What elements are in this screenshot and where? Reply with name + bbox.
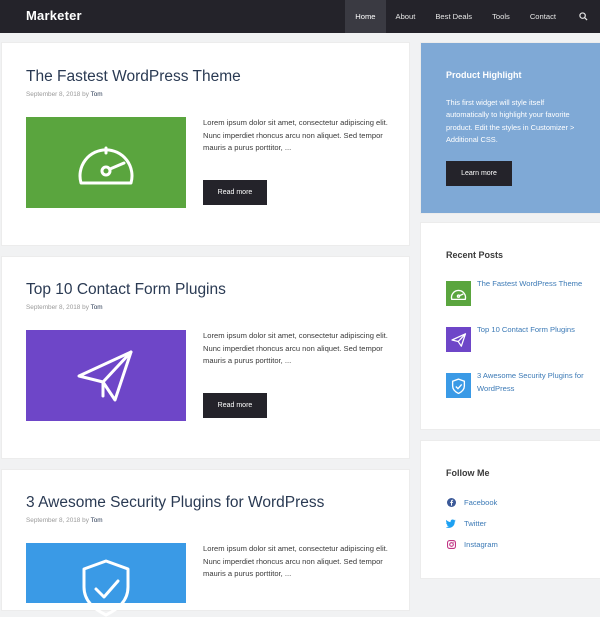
post-author[interactable]: Tom	[91, 304, 103, 311]
search-icon[interactable]	[566, 0, 600, 33]
recent-post-thumbnail[interactable]	[446, 373, 471, 398]
post-meta: September 8, 2018 by Tom	[26, 304, 103, 311]
post-author[interactable]: Tom	[91, 91, 103, 98]
recent-post-thumbnail[interactable]	[446, 327, 471, 352]
paper-plane-icon	[77, 350, 133, 401]
recent-post-item[interactable]: Top 10 Contact Form Plugins	[446, 324, 587, 357]
recent-post-thumbnail[interactable]	[446, 281, 471, 306]
social-label[interactable]: Facebook	[464, 498, 497, 507]
social-link-instagram[interactable]: Instagram	[446, 537, 498, 551]
post-meta: September 8, 2018 by Tom	[26, 517, 103, 524]
recent-post-link[interactable]: The Fastest WordPress Theme	[477, 278, 587, 291]
widget-text: This first widget will style itself auto…	[446, 98, 575, 145]
widget-title: Follow Me	[446, 468, 490, 478]
post-by: by	[82, 304, 89, 311]
post-title[interactable]: 3 Awesome Security Plugins for WordPress	[26, 494, 324, 512]
post-excerpt: Lorem ipsum dolor sit amet, consectetur …	[203, 118, 388, 152]
social-link-twitter[interactable]: Twitter	[446, 516, 486, 530]
post-card: The Fastest WordPress Theme September 8,…	[2, 43, 409, 245]
follow-me-widget: Follow Me Facebook Twitter Instagram	[421, 441, 600, 578]
post-date[interactable]: September 8, 2018	[26, 517, 80, 524]
social-link-facebook[interactable]: Facebook	[446, 495, 497, 509]
post-thumbnail[interactable]	[26, 330, 186, 421]
post-date[interactable]: September 8, 2018	[26, 304, 80, 311]
nav-item-about[interactable]: About	[386, 0, 426, 33]
speedometer-icon	[78, 146, 134, 184]
post-card: 3 Awesome Security Plugins for WordPress…	[2, 470, 409, 617]
social-label[interactable]: Twitter	[464, 519, 486, 528]
post-card: Top 10 Contact Form Plugins September 8,…	[2, 257, 409, 458]
post-excerpt: Lorem ipsum dolor sit amet, consectetur …	[203, 331, 388, 365]
recent-post-item[interactable]: 3 Awesome Security Plugins for WordPress	[446, 370, 587, 403]
nav-item-best-deals[interactable]: Best Deals	[425, 0, 482, 33]
post-thumbnail[interactable]	[26, 543, 186, 617]
post-title[interactable]: The Fastest WordPress Theme	[26, 68, 241, 86]
post-by: by	[82, 91, 89, 98]
site-header: Marketer Home About Best Deals Tools Con…	[0, 0, 600, 33]
nav-item-tools[interactable]: Tools	[482, 0, 520, 33]
post-title[interactable]: Top 10 Contact Form Plugins	[26, 281, 226, 299]
post-thumbnail[interactable]	[26, 117, 186, 208]
post-excerpt: Lorem ipsum dolor sit amet, consectetur …	[203, 544, 388, 578]
shield-check-icon	[451, 377, 466, 394]
main-nav: Home About Best Deals Tools Contact	[345, 0, 600, 33]
recent-post-link[interactable]: Top 10 Contact Form Plugins	[477, 324, 587, 337]
facebook-icon	[446, 497, 456, 507]
read-more-button[interactable]: Read more	[203, 180, 267, 205]
site-brand[interactable]: Marketer	[26, 8, 82, 23]
nav-item-contact[interactable]: Contact	[520, 0, 566, 33]
read-more-button[interactable]: Read more	[203, 393, 267, 418]
social-label[interactable]: Instagram	[464, 540, 498, 549]
post-meta: September 8, 2018 by Tom	[26, 91, 103, 98]
recent-posts-widget: Recent Posts The Fastest WordPress Theme…	[421, 223, 600, 429]
product-highlight-widget: Product Highlight This first widget will…	[421, 43, 600, 213]
shield-check-icon	[82, 559, 130, 617]
recent-post-link[interactable]: 3 Awesome Security Plugins for WordPress	[477, 370, 587, 395]
post-by: by	[82, 517, 89, 524]
speedometer-icon	[450, 289, 467, 300]
widget-title: Product Highlight	[446, 70, 522, 80]
learn-more-button[interactable]: Learn more	[446, 161, 512, 186]
twitter-icon	[446, 518, 456, 528]
post-date[interactable]: September 8, 2018	[26, 91, 80, 98]
widget-title: Recent Posts	[446, 250, 504, 260]
paper-plane-icon	[450, 332, 466, 347]
nav-item-home[interactable]: Home	[345, 0, 386, 33]
recent-post-item[interactable]: The Fastest WordPress Theme	[446, 278, 587, 311]
post-author[interactable]: Tom	[91, 517, 103, 524]
instagram-icon	[446, 539, 456, 549]
